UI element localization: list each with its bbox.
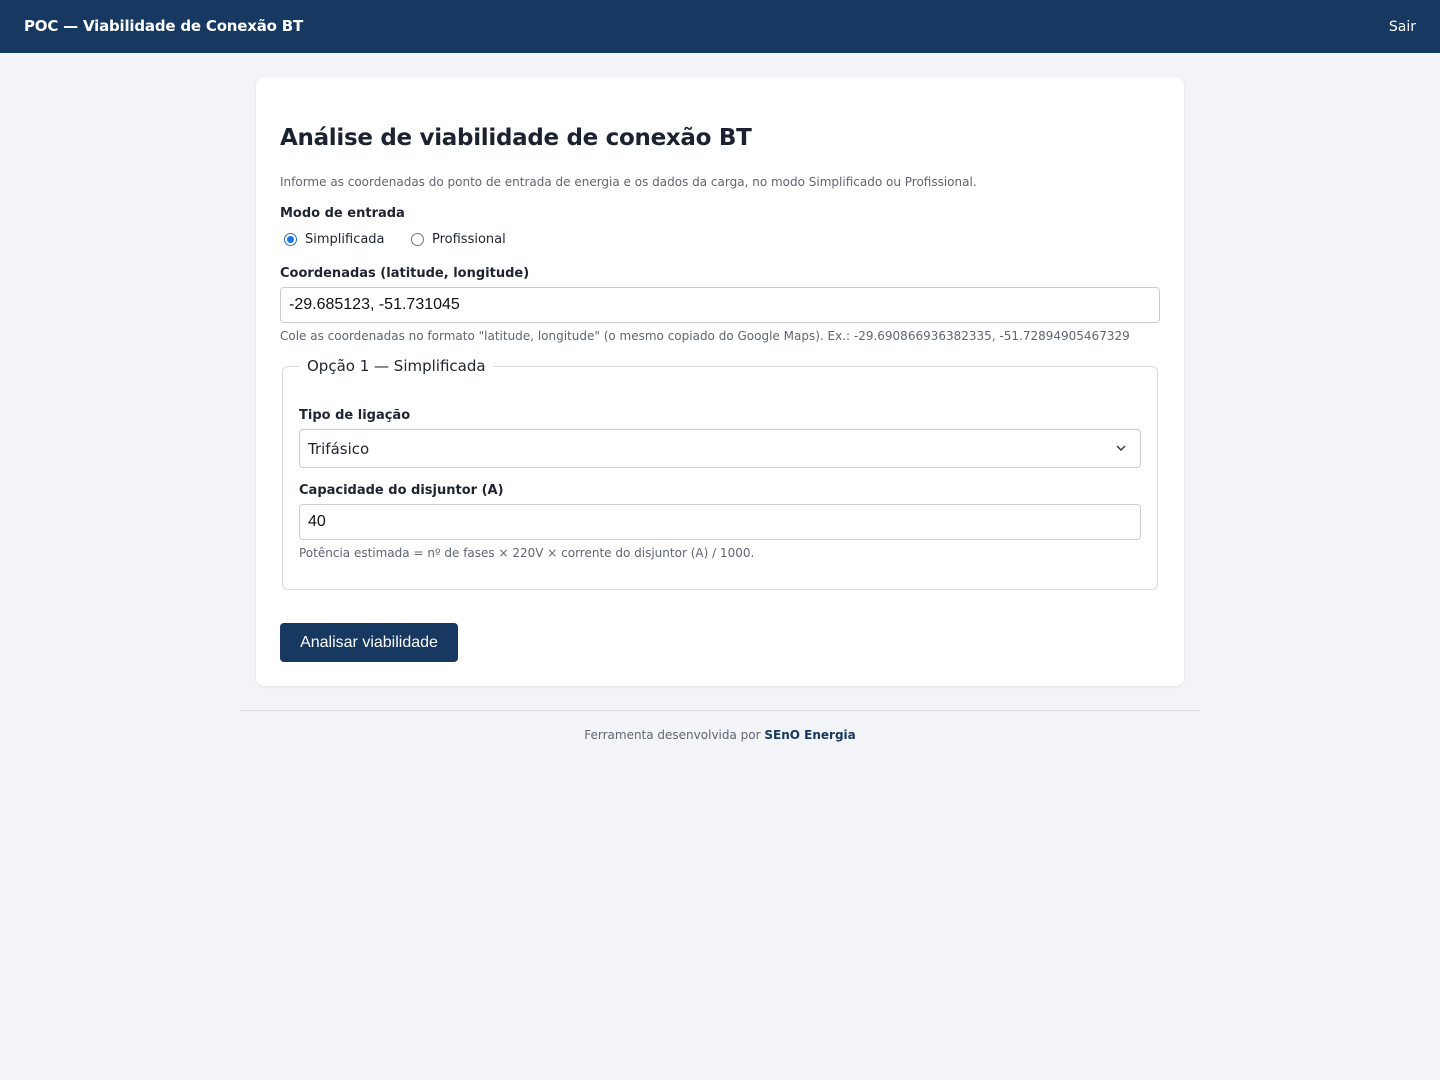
breaker-capacity-value: 40 (308, 513, 326, 530)
simplified-fieldset-legend: Opção 1 — Simplificada (300, 357, 493, 375)
input-mode-label: Modo de entrada (280, 206, 405, 221)
radio-professional-indicator[interactable] (411, 233, 424, 246)
connection-type-select[interactable]: Trifásico (299, 429, 1141, 468)
chevron-down-icon (1116, 445, 1126, 451)
coordinates-input-value: -29.685123, -51.731045 (289, 296, 460, 313)
radio-simplified[interactable]: Simplificada (284, 232, 385, 247)
breaker-capacity-input[interactable]: 40 (299, 504, 1141, 540)
analysis-form-card: Análise de viabilidade de conexão BT Inf… (256, 77, 1184, 686)
intro-text: Informe as coordenadas do ponto de entra… (280, 175, 977, 189)
top-navbar: POC — Viabilidade de Conexão BT Sair (0, 0, 1440, 53)
connection-type-selected: Trifásico (308, 439, 370, 458)
coordinates-help-text: Cole as coordenadas no formato "latitude… (280, 329, 1130, 343)
coordinates-label: Coordenadas (latitude, longitude) (280, 266, 530, 281)
footer: Ferramenta desenvolvida por SEnO Energia (0, 728, 1440, 742)
analyze-viability-button[interactable]: Analisar viabilidade (280, 623, 458, 662)
footer-brand-link[interactable]: SEnO Energia (764, 728, 855, 742)
breaker-capacity-label: Capacidade do disjuntor (A) (299, 483, 504, 498)
footer-divider (240, 710, 1200, 711)
connection-type-label: Tipo de ligação (299, 408, 411, 423)
radio-professional-label: Profissional (432, 232, 506, 247)
radio-simplified-indicator[interactable] (284, 233, 297, 246)
radio-simplified-label: Simplificada (305, 232, 385, 247)
power-estimate-help-text: Potência estimada = nº de fases × 220V ×… (299, 546, 755, 560)
app-title: POC — Viabilidade de Conexão BT (24, 17, 304, 35)
coordinates-input[interactable]: -29.685123, -51.731045 (280, 287, 1160, 323)
footer-text: Ferramenta desenvolvida por (584, 728, 761, 742)
radio-professional[interactable]: Profissional (411, 232, 506, 247)
page-title: Análise de viabilidade de conexão BT (280, 125, 752, 151)
logout-link[interactable]: Sair (1389, 19, 1416, 35)
